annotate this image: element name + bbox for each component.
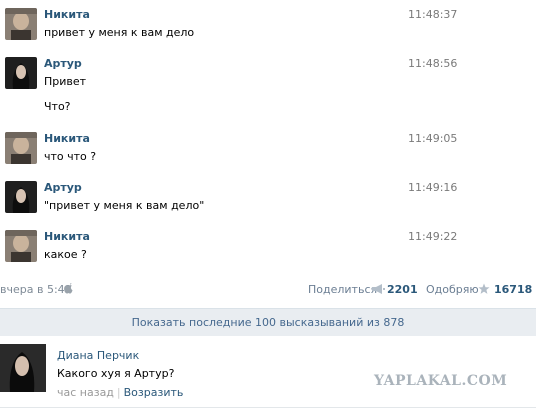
message-time: 11:48:37: [408, 8, 458, 21]
message-author[interactable]: Артур: [44, 181, 82, 194]
message-text: Что?: [44, 100, 71, 113]
message-5: Никита 11:49:22 какое ?: [0, 228, 536, 268]
apple-icon: [64, 283, 73, 297]
message-1: Никита 11:48:37 привет у меня к вам дело: [0, 6, 536, 46]
like-count: 16718: [494, 283, 533, 296]
megaphone-icon: [372, 284, 385, 297]
comment-author[interactable]: Диана Перчик: [57, 349, 139, 362]
comment-meta: час назад | Возразить: [57, 386, 183, 399]
message-4: Артур 11:49:16 "привет у меня к вам дело…: [0, 179, 536, 219]
message-time: 11:48:56: [408, 57, 458, 70]
post-footer: вчера в 5:41 Поделиться 2201 Одобряю 167…: [0, 280, 536, 298]
message-time: 11:49:22: [408, 230, 458, 243]
message-time: 11:49:05: [408, 132, 458, 145]
message-3: Никита 11:49:05 что что ?: [0, 130, 536, 170]
watermark: YAPLAKAL.COM: [374, 373, 508, 389]
message-author[interactable]: Никита: [44, 132, 90, 145]
message-text: Привет: [44, 75, 87, 88]
comment: Диана Перчик Какого хуя я Артур? час наз…: [0, 340, 536, 410]
message-author[interactable]: Артур: [44, 57, 82, 70]
avatar-artur[interactable]: [5, 181, 37, 213]
avatar-artur[interactable]: [5, 57, 37, 89]
show-more-comments-button[interactable]: Показать последние 100 высказываний из 8…: [0, 308, 536, 336]
avatar-commenter[interactable]: [0, 344, 46, 392]
post-date[interactable]: вчера в 5:41: [0, 283, 72, 296]
avatar-nikita[interactable]: [5, 132, 37, 164]
message-text: привет у меня к вам дело: [44, 26, 195, 39]
avatar-nikita[interactable]: [5, 230, 37, 262]
reply-button[interactable]: Возразить: [124, 386, 184, 399]
message-time: 11:49:16: [408, 181, 458, 194]
divider: [0, 407, 536, 408]
avatar-nikita[interactable]: [5, 8, 37, 40]
message-text: что что ?: [44, 150, 97, 163]
like-button[interactable]: Одобряю: [426, 283, 479, 296]
message-author[interactable]: Никита: [44, 8, 90, 21]
message-author[interactable]: Никита: [44, 230, 90, 243]
star-icon: [478, 283, 490, 298]
message-2: Артур 11:48:56 Привет Что?: [0, 55, 536, 121]
separator: |: [116, 386, 121, 399]
message-text: "привет у меня к вам дело": [44, 199, 205, 212]
share-button[interactable]: Поделиться: [308, 283, 377, 296]
message-text: какое ?: [44, 248, 87, 261]
comment-time[interactable]: час назад: [57, 386, 114, 399]
comment-text: Какого хуя я Артур?: [57, 367, 175, 380]
share-count: 2201: [387, 283, 418, 296]
